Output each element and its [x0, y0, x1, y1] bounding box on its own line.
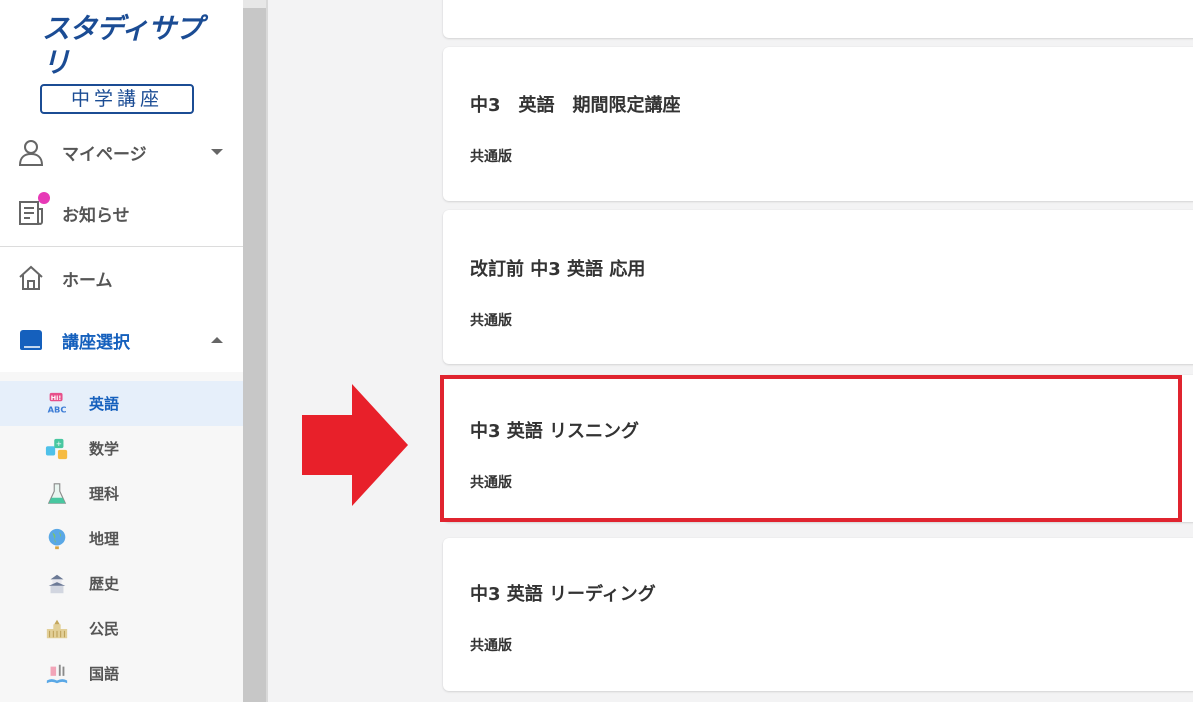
subject-item-japanese[interactable]: 国語 [0, 651, 243, 696]
svg-text:ABC: ABC [48, 404, 67, 414]
subject-item-math[interactable]: + 数学 [0, 426, 243, 471]
course-edition: 共通版 [470, 638, 512, 654]
svg-text:Hi!: Hi! [51, 393, 62, 401]
scrollbar-track [243, 0, 266, 8]
science-flask-icon [45, 482, 69, 506]
chevron-down-icon[interactable] [211, 149, 223, 155]
nav-item-home[interactable]: ホーム [0, 256, 243, 300]
nav-label-home: ホーム [62, 270, 113, 291]
subject-list: Hi! ABC 英語 + 数学 理科 地理 歴史 公民 国語 [0, 372, 243, 702]
chevron-up-icon[interactable] [211, 337, 223, 343]
arrow-right-icon [302, 384, 408, 506]
subject-item-science[interactable]: 理科 [0, 471, 243, 516]
nav-item-news[interactable]: お知らせ [0, 191, 243, 235]
english-abc-icon: Hi! ABC [45, 392, 69, 416]
nav-label-news: お知らせ [62, 205, 130, 226]
parliament-icon [45, 617, 69, 641]
logo-product: 中学講座 [40, 84, 194, 114]
course-edition: 共通版 [470, 149, 512, 165]
subject-item-geography[interactable]: 地理 [0, 516, 243, 561]
subject-label: 英語 [89, 395, 120, 413]
course-edition: 共通版 [470, 475, 512, 491]
subject-label: 歴史 [89, 575, 120, 593]
sidebar-divider [0, 246, 243, 247]
subject-item-history[interactable]: 歴史 [0, 561, 243, 606]
subject-item-civics[interactable]: 公民 [0, 606, 243, 651]
home-icon [17, 264, 45, 292]
subject-label: 理科 [89, 485, 120, 503]
math-icon: + [45, 437, 69, 461]
course-title: 中3 英語 リスニング [470, 421, 640, 442]
svg-text:+: + [56, 439, 62, 448]
book-icon [45, 662, 69, 686]
globe-icon [45, 527, 69, 551]
castle-icon [45, 572, 69, 596]
sidebar: スタディサプリ 中学講座 マイページ お知らせ ホーム 講座選択 Hi! ABC [0, 0, 243, 702]
course-card-listening[interactable]: 中3 英語 リスニング 共通版 [443, 375, 1193, 522]
subject-label: 数学 [89, 440, 120, 458]
course-title: 中3 英語 リーディング [470, 584, 656, 605]
subject-item-english[interactable]: Hi! ABC 英語 [0, 381, 243, 426]
course-card[interactable]: 改訂前 中3 英語 応用 共通版 [443, 210, 1193, 364]
subject-label: 国語 [89, 665, 120, 683]
subject-label: 公民 [89, 620, 120, 638]
notification-badge [38, 192, 50, 204]
book-icon [17, 326, 45, 354]
nav-item-course-select[interactable]: 講座選択 [0, 318, 243, 362]
course-card-previous[interactable] [443, 0, 1193, 38]
logo[interactable]: スタディサプリ 中学講座 [40, 12, 205, 114]
nav-item-mypage[interactable]: マイページ [0, 130, 243, 174]
user-icon [17, 138, 45, 166]
nav-label-course-select: 講座選択 [62, 332, 130, 353]
course-card[interactable]: 中3 英語 期間限定講座 共通版 [443, 47, 1193, 201]
sidebar-scrollbar[interactable] [243, 0, 268, 702]
subject-label: 地理 [89, 530, 120, 548]
nav-label-mypage: マイページ [62, 144, 147, 165]
course-edition: 共通版 [470, 313, 512, 329]
logo-brand: スタディサプリ [42, 12, 203, 79]
course-title: 改訂前 中3 英語 応用 [470, 259, 646, 280]
course-title: 中3 英語 期間限定講座 [470, 95, 681, 116]
course-card[interactable]: 中3 英語 リーディング 共通版 [443, 538, 1193, 691]
